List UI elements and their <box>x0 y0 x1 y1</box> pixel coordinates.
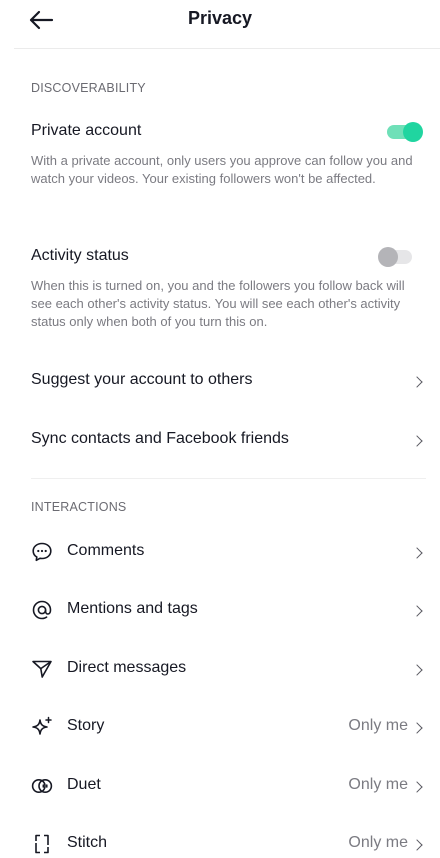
private-account-toggle[interactable] <box>387 122 423 142</box>
chevron-right-icon <box>412 434 424 450</box>
header-divider <box>14 48 440 49</box>
item-label: Stitch <box>67 834 108 851</box>
item-label: Comments <box>67 542 145 559</box>
suggest-account-title: Suggest your account to others <box>31 371 253 388</box>
item-value: Only me <box>348 776 408 793</box>
section-label-discoverability: DISCOVERABILITY <box>31 81 146 95</box>
item-label: Mentions and tags <box>67 600 198 617</box>
section-divider <box>31 478 426 479</box>
activity-status-title: Activity status <box>31 247 129 264</box>
sync-contacts-title: Sync contacts and Facebook friends <box>31 430 289 447</box>
item-value: Only me <box>348 834 408 851</box>
item-label: Story <box>67 717 105 734</box>
item-label: Duet <box>67 776 101 793</box>
chevron-right-icon <box>412 838 424 854</box>
duet-icon <box>31 779 53 793</box>
send-icon <box>32 660 52 678</box>
activity-status-description: When this is turned on, you and the foll… <box>31 278 405 329</box>
activity-status-toggle[interactable] <box>378 247 412 267</box>
stitch-icon <box>34 834 50 854</box>
sparkle-icon <box>32 716 52 735</box>
page-title: Privacy <box>187 8 253 28</box>
chevron-right-icon <box>412 663 424 679</box>
chevron-right-icon <box>412 604 424 620</box>
private-account-title: Private account <box>31 122 142 139</box>
item-label: Direct messages <box>67 659 187 676</box>
header-bar: Privacy <box>0 0 440 48</box>
section-label-interactions: INTERACTIONS <box>31 500 127 514</box>
toggle-knob <box>403 122 423 142</box>
item-value: Only me <box>348 717 408 734</box>
chevron-right-icon <box>412 721 424 737</box>
at-icon <box>32 600 52 620</box>
chevron-right-icon <box>412 375 424 391</box>
private-account-description: With a private account, only users you a… <box>31 153 413 186</box>
comment-icon <box>32 542 52 562</box>
toggle-knob <box>378 247 398 267</box>
chevron-right-icon <box>412 546 424 562</box>
chevron-right-icon <box>412 780 424 796</box>
